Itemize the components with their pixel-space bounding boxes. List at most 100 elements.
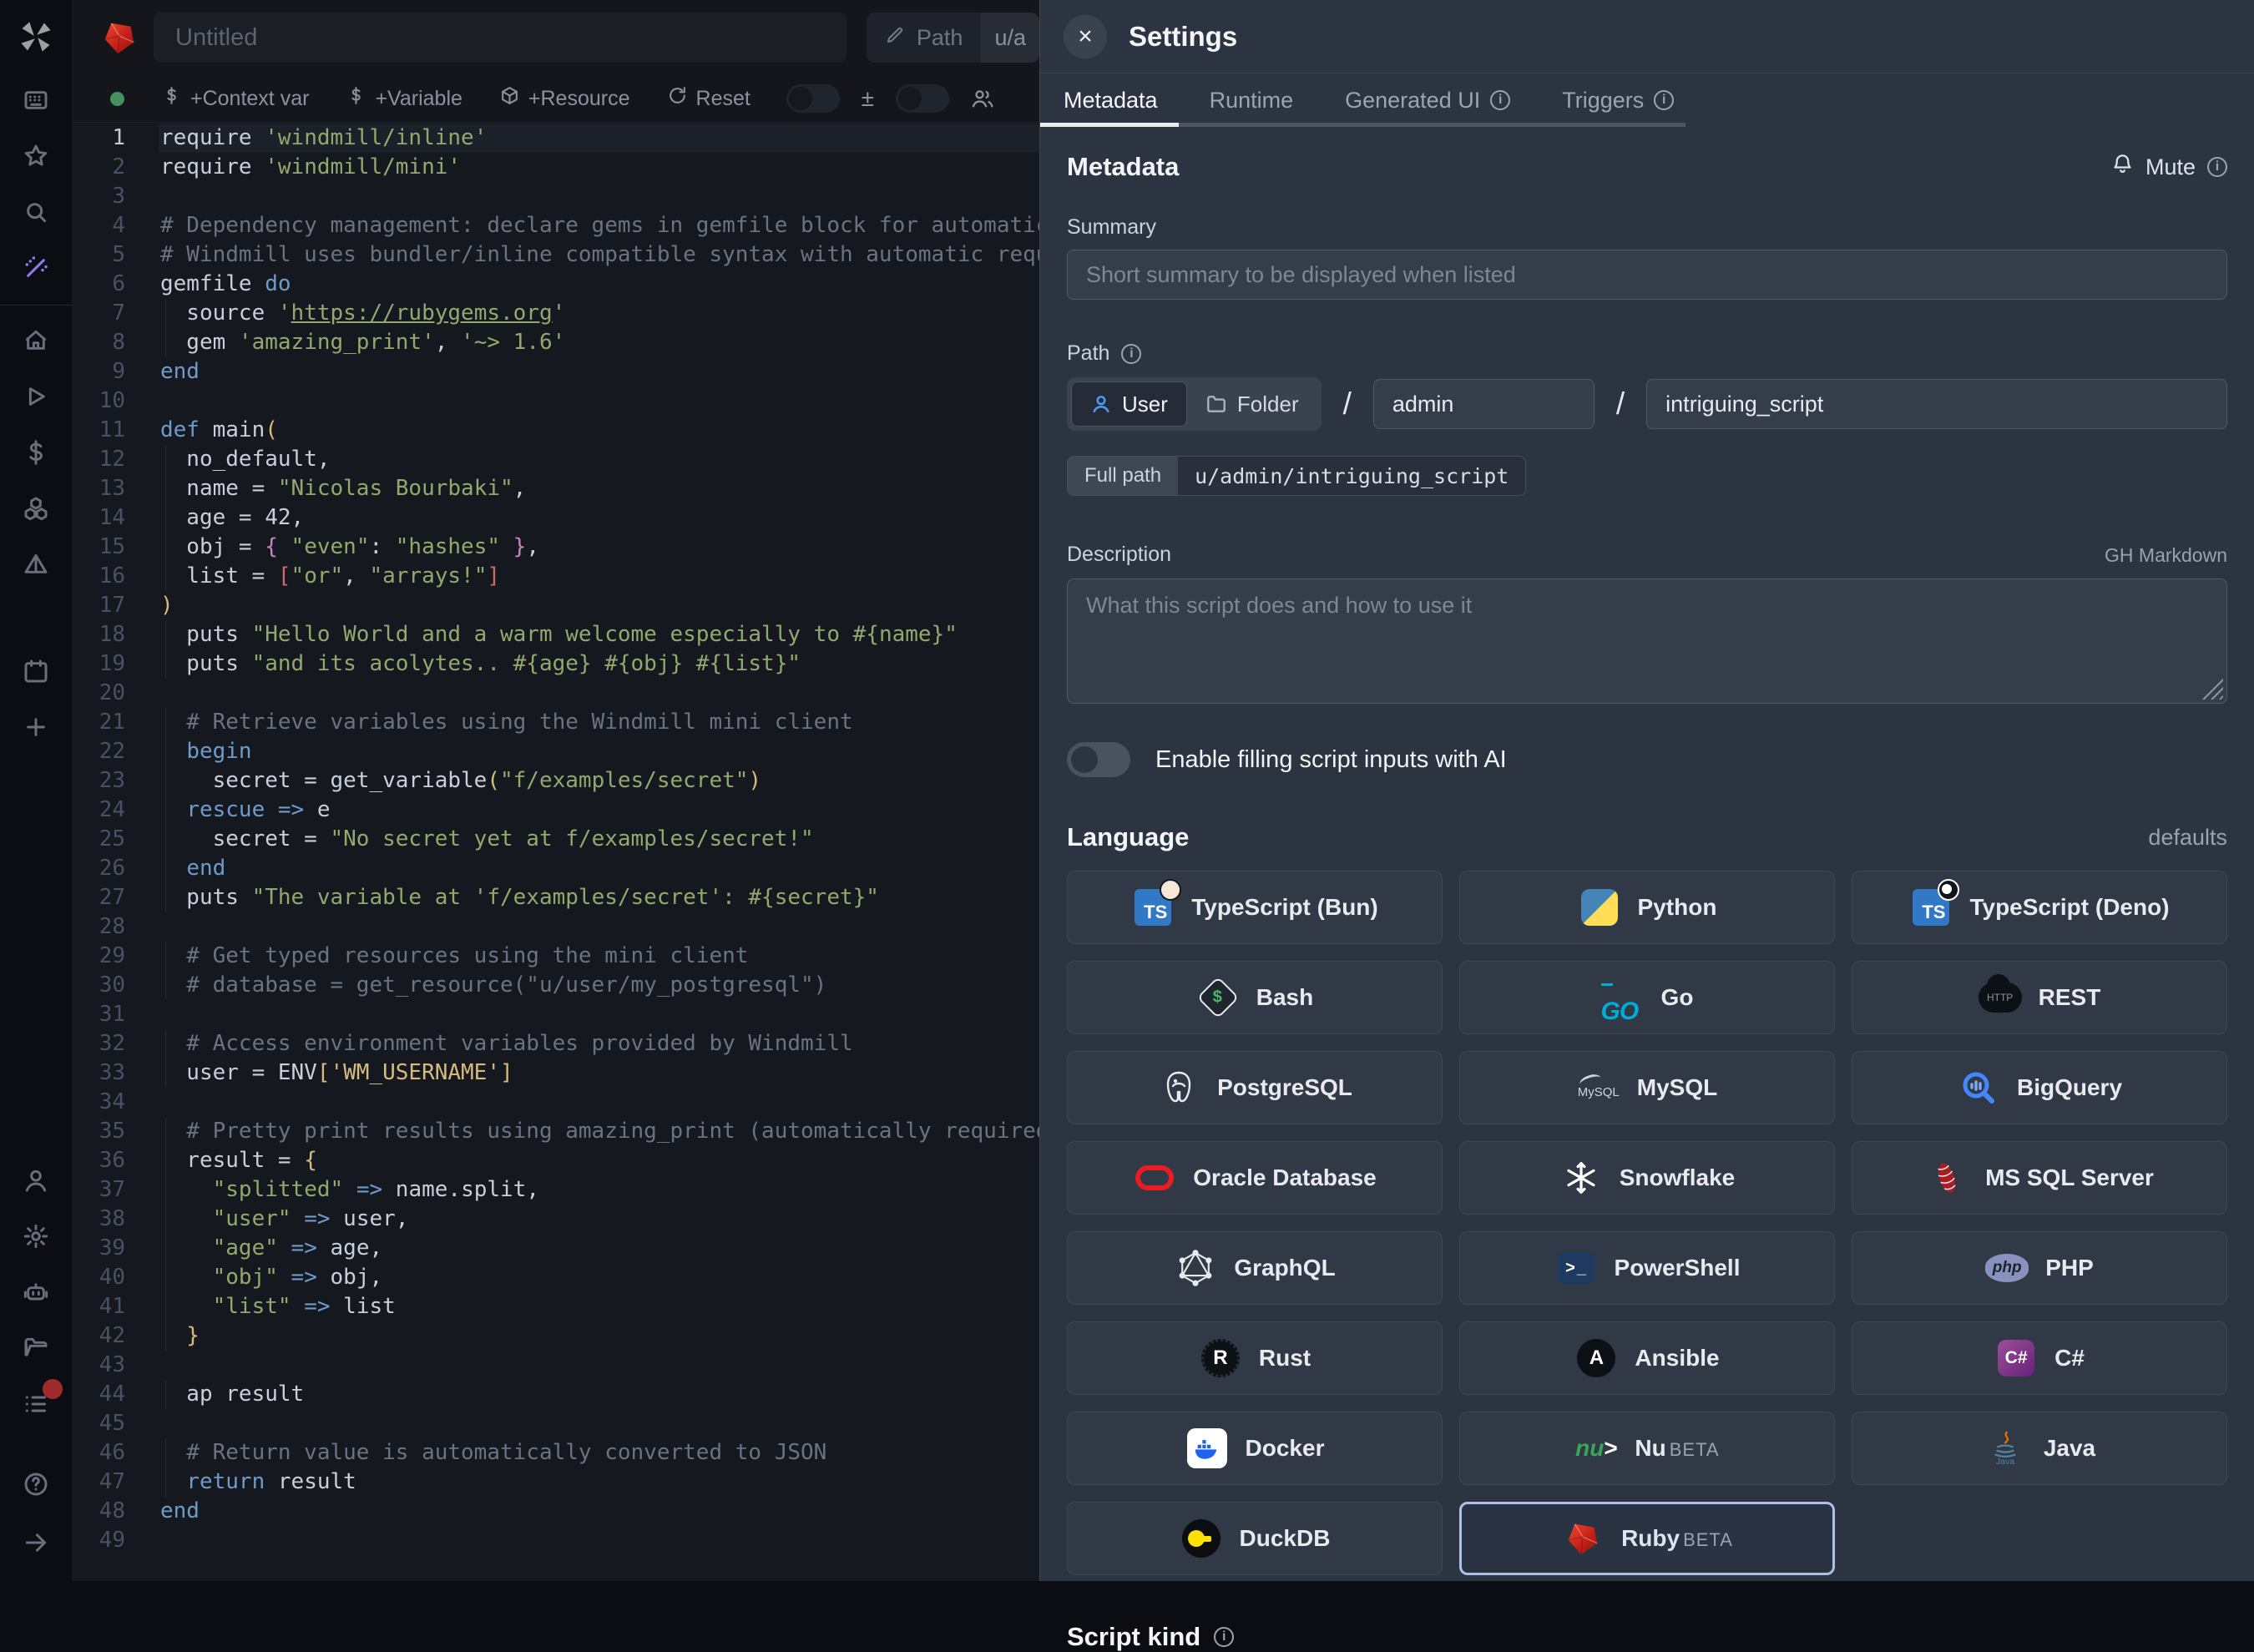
code-editor[interactable]: 1require 'windmill/inline'2require 'wind… — [72, 124, 1039, 1581]
help-icon[interactable] — [21, 1469, 51, 1499]
plus-minus-icon: ± — [862, 85, 874, 112]
settings-panel: × Settings MetadataRuntimeGenerated UIiT… — [1039, 0, 2254, 1581]
plus-icon[interactable] — [21, 712, 51, 742]
robot-icon[interactable] — [21, 1277, 51, 1307]
owner-input[interactable]: admin — [1373, 379, 1594, 429]
language-card-rust[interactable]: RRust — [1067, 1321, 1443, 1395]
script-title-input[interactable]: Untitled — [154, 13, 847, 63]
close-icon[interactable]: × — [1064, 15, 1107, 58]
ansible-icon: A — [1574, 1336, 1618, 1380]
language-card-ruby[interactable]: RubyBETA — [1459, 1502, 1835, 1575]
path-chip[interactable]: Path u/a — [867, 13, 1039, 63]
script-name-input[interactable]: intriguing_script — [1646, 379, 2227, 429]
code-line: 11def main( — [72, 416, 1039, 445]
windmill-logo-icon[interactable] — [18, 18, 54, 55]
arrow-right-icon[interactable] — [21, 1528, 51, 1558]
user-icon — [1090, 393, 1112, 415]
tab-info-icon[interactable]: i — [1490, 90, 1510, 110]
path-info-icon[interactable]: i — [1121, 344, 1141, 364]
mute-info-icon[interactable]: i — [2207, 157, 2227, 177]
prism-icon[interactable] — [21, 549, 51, 579]
search-icon[interactable] — [21, 197, 51, 227]
language-name: PHP — [2045, 1255, 2094, 1281]
magic-wand-icon[interactable] — [21, 253, 51, 283]
star-icon[interactable] — [21, 141, 51, 171]
language-card-ms-sql-server[interactable]: MS SQL Server — [1852, 1141, 2227, 1215]
language-name: TypeScript (Deno) — [1969, 894, 2169, 920]
resize-grip-icon[interactable] — [2201, 678, 2223, 700]
tab-generated-ui[interactable]: Generated UIi — [1345, 88, 1510, 114]
code-line: 15 obj = { "even": "hashes" }, — [72, 533, 1039, 562]
tab-metadata[interactable]: Metadata — [1064, 88, 1158, 114]
language-card-java[interactable]: JavaJava — [1852, 1412, 2227, 1485]
line-number: 45 — [72, 1409, 125, 1438]
powershell-icon: >_ — [1554, 1246, 1598, 1290]
summary-placeholder: Short summary to be displayed when liste… — [1086, 262, 1516, 288]
language-card-typescript-bun-[interactable]: TSTypeScript (Bun) — [1067, 871, 1443, 944]
ai-toggle-label: Enable filling script inputs with AI — [1155, 746, 1507, 774]
language-card-graphql[interactable]: GraphQL — [1067, 1231, 1443, 1305]
summary-input[interactable]: Short summary to be displayed when liste… — [1067, 250, 2227, 300]
settings-tabs: Metadata Runtime Generated UIi Triggersi — [1040, 73, 2254, 127]
line-number: 26 — [72, 854, 125, 883]
language-card-powershell[interactable]: >_PowerShell — [1459, 1231, 1835, 1305]
code-line: 36 result = { — [72, 1146, 1039, 1175]
play-icon[interactable] — [21, 381, 51, 412]
language-card-oracle-database[interactable]: Oracle Database — [1067, 1141, 1443, 1215]
list-icon[interactable] — [21, 1389, 51, 1419]
calendar-icon[interactable] — [21, 656, 51, 686]
language-card-bash[interactable]: $Bash — [1067, 961, 1443, 1034]
folder-open-icon[interactable] — [21, 1333, 51, 1363]
code-line: 3 — [72, 182, 1039, 211]
add-variable-button[interactable]: +Variable — [346, 85, 462, 112]
language-defaults-button[interactable]: defaults — [2138, 825, 2227, 851]
gear-icon[interactable] — [21, 1221, 51, 1251]
tab-triggers[interactable]: Triggersi — [1562, 88, 1674, 114]
language-card-go[interactable]: GOGo — [1459, 961, 1835, 1034]
kiosk-icon[interactable] — [21, 85, 51, 115]
line-number: 43 — [72, 1351, 125, 1380]
cubes-icon[interactable] — [21, 493, 51, 523]
collab-toggle[interactable] — [896, 84, 949, 113]
tab-runtime[interactable]: Runtime — [1210, 88, 1294, 114]
ai-fill-toggle[interactable] — [1067, 742, 1130, 777]
language-card-snowflake[interactable]: Snowflake — [1459, 1141, 1835, 1215]
language-card-ansible[interactable]: AAnsible — [1459, 1321, 1835, 1395]
line-number: 46 — [72, 1438, 125, 1468]
home-icon[interactable] — [21, 326, 51, 356]
language-name: Java — [2044, 1435, 2095, 1461]
reset-button[interactable]: Reset — [667, 85, 750, 112]
owner-kind-folder[interactable]: Folder — [1187, 381, 1317, 427]
mute-button[interactable]: Mute i — [2111, 153, 2227, 181]
duckdb-icon — [1180, 1517, 1223, 1560]
script-title-placeholder: Untitled — [175, 24, 257, 52]
language-card-duckdb[interactable]: DuckDB — [1067, 1502, 1443, 1575]
add-resource-button[interactable]: +Resource — [499, 85, 630, 112]
owner-kind-user[interactable]: User — [1071, 381, 1187, 427]
person-icon[interactable] — [21, 1165, 51, 1195]
language-card-nu[interactable]: nu>NuBETA — [1459, 1412, 1835, 1485]
language-card-rest[interactable]: HTTPREST — [1852, 961, 2227, 1034]
line-number: 29 — [72, 942, 125, 971]
language-card-python[interactable]: Python — [1459, 871, 1835, 944]
language-card-docker[interactable]: Docker — [1067, 1412, 1443, 1485]
line-number: 12 — [72, 445, 125, 474]
language-card-postgresql[interactable]: PostgreSQL — [1067, 1051, 1443, 1124]
diff-toggle[interactable] — [786, 84, 840, 113]
add-context-var-button[interactable]: +Context var — [161, 85, 309, 112]
language-card-bigquery[interactable]: BigQuery — [1852, 1051, 2227, 1124]
description-textarea[interactable]: What this script does and how to use it — [1067, 578, 2227, 704]
tab-info-icon[interactable]: i — [1654, 90, 1674, 110]
line-number: 47 — [72, 1468, 125, 1497]
language-card-php[interactable]: phpPHP — [1852, 1231, 2227, 1305]
docker-icon — [1185, 1427, 1229, 1470]
language-card-c-[interactable]: C#C# — [1852, 1321, 2227, 1395]
script-kind-info-icon[interactable]: i — [1214, 1627, 1234, 1647]
language-card-typescript-deno-[interactable]: TSTypeScript (Deno) — [1852, 871, 2227, 944]
package-icon — [499, 85, 520, 112]
language-name: Snowflake — [1620, 1164, 1735, 1190]
line-number: 8 — [72, 328, 125, 357]
reset-icon — [667, 85, 688, 112]
dollar-icon[interactable] — [21, 437, 51, 467]
language-card-mysql[interactable]: MySQLMySQL — [1459, 1051, 1835, 1124]
